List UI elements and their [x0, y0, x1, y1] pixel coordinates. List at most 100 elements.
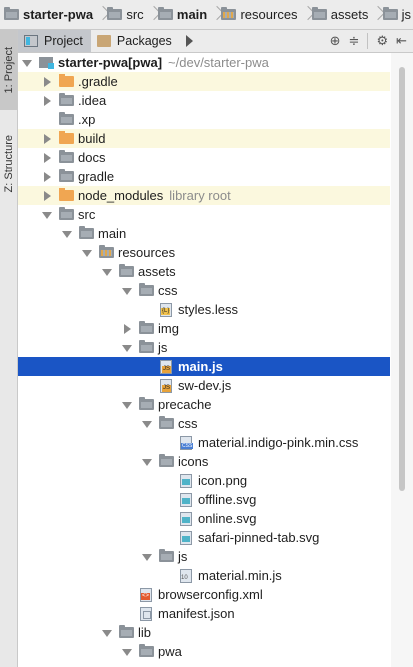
tree-item-label: resources [118, 245, 176, 260]
excluded-folder-icon [58, 72, 74, 91]
expanded-arrow-icon[interactable] [122, 338, 134, 357]
tree-row[interactable]: styles.less [18, 300, 390, 319]
folder-icon [58, 167, 74, 186]
folder-icon [158, 414, 174, 433]
expanded-arrow-icon[interactable] [22, 53, 34, 72]
locate-file-icon[interactable]: ⊕ [330, 30, 341, 52]
expanded-arrow-icon[interactable] [142, 547, 154, 566]
tree-row[interactable]: assets [18, 262, 390, 281]
no-arrow [122, 604, 134, 623]
collapsed-arrow-icon[interactable] [42, 148, 54, 167]
excluded-folder-icon [58, 129, 74, 148]
tree-row[interactable]: sw-dev.js [18, 376, 390, 395]
expanded-arrow-icon[interactable] [102, 262, 114, 281]
folder-icon [138, 281, 154, 300]
json-file-icon [138, 604, 154, 623]
breadcrumb-item[interactable]: js [379, 0, 413, 29]
expanded-arrow-icon[interactable] [42, 205, 54, 224]
collapsed-arrow-icon[interactable] [42, 186, 54, 205]
folder-icon [58, 110, 74, 129]
tab-structure[interactable]: Z: Structure [0, 114, 17, 214]
tree-row[interactable]: lib [18, 623, 390, 642]
tool-window-strip: 1: Project Z: Structure [0, 30, 18, 667]
expanded-arrow-icon[interactable] [102, 623, 114, 642]
breadcrumb-item[interactable]: starter-pwa [0, 0, 95, 29]
tab-project[interactable]: 1: Project [0, 30, 17, 110]
img-file-icon [178, 509, 194, 528]
folder-icon [58, 148, 74, 167]
tree-row[interactable]: js [18, 547, 390, 566]
tree-row[interactable]: precache [18, 395, 390, 414]
expanded-arrow-icon[interactable] [122, 395, 134, 414]
breadcrumb-item[interactable]: assets [308, 0, 371, 29]
tree-item-label: sw-dev.js [178, 378, 232, 393]
less-file-icon [158, 300, 174, 319]
breadcrumb-item[interactable]: src [103, 0, 145, 29]
expanded-arrow-icon[interactable] [142, 452, 154, 471]
tree-row[interactable]: starter-pwa [pwa] ~/dev/starter-pwa [18, 53, 390, 72]
resources-folder-icon [98, 243, 114, 262]
tree-row[interactable]: manifest.json [18, 604, 390, 623]
settings-gear-icon[interactable]: ⚙ [376, 30, 388, 52]
folder-icon [138, 338, 154, 357]
tree-item-label: gradle [78, 169, 115, 184]
tree-row[interactable]: online.svg [18, 509, 390, 528]
tree-row[interactable]: src [18, 205, 390, 224]
tree-row[interactable]: main [18, 224, 390, 243]
tree-row[interactable]: material.min.js [18, 566, 390, 585]
collapsed-arrow-icon[interactable] [42, 129, 54, 148]
more-views-arrow-icon[interactable] [185, 35, 193, 47]
expanded-arrow-icon[interactable] [82, 243, 94, 262]
min-file-icon [178, 566, 194, 585]
folder-icon [158, 547, 174, 566]
tree-row[interactable]: material.indigo-pink.min.css [18, 433, 390, 452]
breadcrumb-label: starter-pwa [23, 7, 94, 22]
tree-item-label: online.svg [198, 511, 257, 526]
tree-row[interactable]: icon.png [18, 471, 390, 490]
tree-row[interactable]: gradle [18, 167, 390, 186]
tree-row[interactable]: .idea [18, 91, 390, 110]
js-file-icon [158, 376, 174, 395]
tree-row[interactable]: css [18, 414, 390, 433]
tree-row[interactable]: safari-pinned-tab.svg [18, 528, 390, 547]
breadcrumb-item[interactable]: main [154, 0, 209, 29]
collapsed-arrow-icon[interactable] [122, 319, 134, 338]
tree-row[interactable]: img [18, 319, 390, 338]
tree-row[interactable]: .xp [18, 110, 390, 129]
xml-file-icon [138, 585, 154, 604]
collapse-all-icon[interactable]: ≑ [349, 30, 360, 52]
expanded-arrow-icon[interactable] [142, 414, 154, 433]
tree-row[interactable]: icons [18, 452, 390, 471]
tree-row[interactable]: docs [18, 148, 390, 167]
packages-view-tab[interactable]: Packages [91, 30, 180, 52]
expanded-arrow-icon[interactable] [62, 224, 74, 243]
project-view-tab[interactable]: Project [18, 30, 91, 52]
tree-row[interactable]: browserconfig.xml [18, 585, 390, 604]
tree-item-label: manifest.json [158, 606, 235, 621]
tree-row[interactable]: offline.svg [18, 490, 390, 509]
tree-row[interactable]: main.js [18, 357, 390, 376]
collapsed-arrow-icon[interactable] [42, 72, 54, 91]
expanded-arrow-icon[interactable] [122, 281, 134, 300]
folder-icon [158, 452, 174, 471]
tree-item-label: browserconfig.xml [158, 587, 263, 602]
hide-panel-icon[interactable]: ⇤ [396, 30, 407, 52]
tree-row[interactable]: css [18, 281, 390, 300]
expanded-arrow-icon[interactable] [122, 642, 134, 661]
tree-row[interactable]: resources [18, 243, 390, 262]
tree-item-label: precache [158, 397, 212, 412]
tree-row[interactable]: node_modules library root [18, 186, 390, 205]
vertical-scrollbar[interactable] [391, 53, 413, 667]
no-arrow [162, 490, 174, 509]
scrollbar-thumb[interactable] [399, 67, 405, 491]
tree-row[interactable]: js [18, 338, 390, 357]
collapsed-arrow-icon[interactable] [42, 91, 54, 110]
collapsed-arrow-icon[interactable] [42, 167, 54, 186]
toolbar-divider [367, 33, 369, 49]
tree-row[interactable]: build [18, 129, 390, 148]
tree-row[interactable]: .gradle [18, 72, 390, 91]
tree-item-label: icons [178, 454, 209, 469]
breadcrumb-item[interactable]: resources [217, 0, 299, 29]
tree-row[interactable]: pwa [18, 642, 390, 661]
module-folder-icon [38, 53, 54, 72]
